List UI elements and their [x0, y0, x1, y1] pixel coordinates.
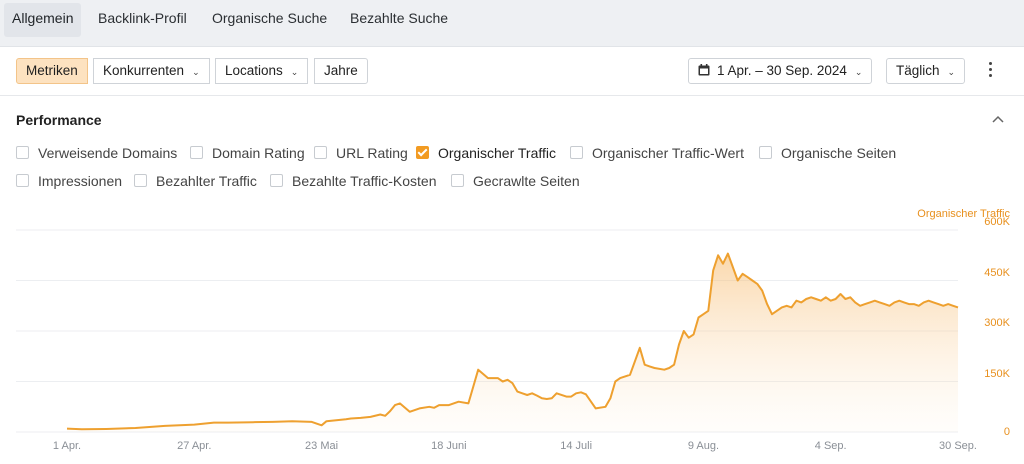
x-axis-tick: 9 Aug. [687, 440, 720, 452]
x-axis-tick: 23 Mai [305, 440, 339, 452]
x-axis-tick: 27 Apr. [177, 440, 212, 452]
x-axis-tick: 4 Sep. [814, 440, 847, 452]
x-axis-tick: 18 Juni [431, 440, 467, 452]
y-axis-tick: 300K [984, 317, 1010, 329]
x-axis-tick: 30 Sep. [939, 440, 977, 452]
y-axis-tick: 600K [984, 216, 1010, 228]
y-axis-tick: 0 [1003, 426, 1010, 438]
y-axis-tick: 450K [984, 266, 1010, 279]
traffic-chart [16, 229, 959, 433]
x-axis-tick: 14 Juli [560, 440, 593, 452]
y-axis-tick: 150K [984, 367, 1010, 380]
x-axis-tick: 1 Apr. [52, 440, 82, 452]
